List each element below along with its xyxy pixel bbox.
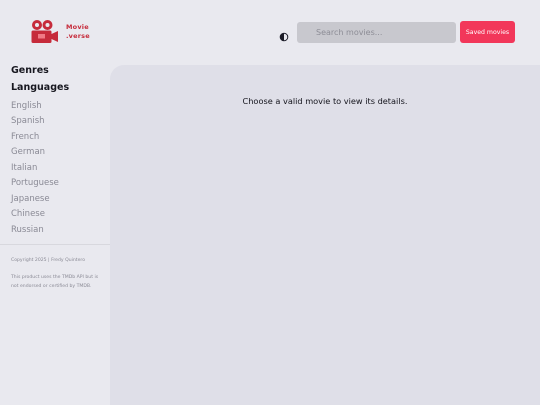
movie-camera-icon [30,19,59,44]
sidebar-item-russian[interactable]: Russian [11,225,44,235]
logo-line-1: Movie [66,22,89,31]
sidebar-item-english[interactable]: English [11,101,42,111]
half-moon-icon[interactable] [279,27,289,42]
header: Movie .verse Saved movies [0,0,540,64]
sidebar-genres-heading[interactable]: Genres [11,65,49,76]
main-content: Choose a valid movie to view its details… [110,65,540,405]
tmdb-disclaimer: This product uses the TMDb API but is no… [11,275,99,289]
sidebar-item-german[interactable]: German [11,147,45,157]
sidebar-item-italian[interactable]: Italian [11,163,37,173]
sidebar-languages-heading: Languages [11,82,70,93]
search-input[interactable] [297,22,456,43]
sidebar-item-portuguese[interactable]: Portuguese [11,178,59,188]
copyright-text: Copyright 2025 | Fredy Quintero [11,258,86,263]
sidebar-item-japanese[interactable]: Japanese [11,194,50,204]
sidebar: Genres Languages English Spanish French … [0,64,110,405]
sidebar-item-chinese[interactable]: Chinese [11,209,45,219]
sidebar-item-spanish[interactable]: Spanish [11,116,45,126]
sidebar-divider [0,244,110,245]
sidebar-item-french[interactable]: French [11,132,39,142]
logo[interactable]: Movie .verse [30,19,90,44]
saved-movies-button[interactable]: Saved movies [460,21,515,43]
empty-state-message: Choose a valid movie to view its details… [242,96,408,106]
logo-line-2: .verse [66,31,90,40]
